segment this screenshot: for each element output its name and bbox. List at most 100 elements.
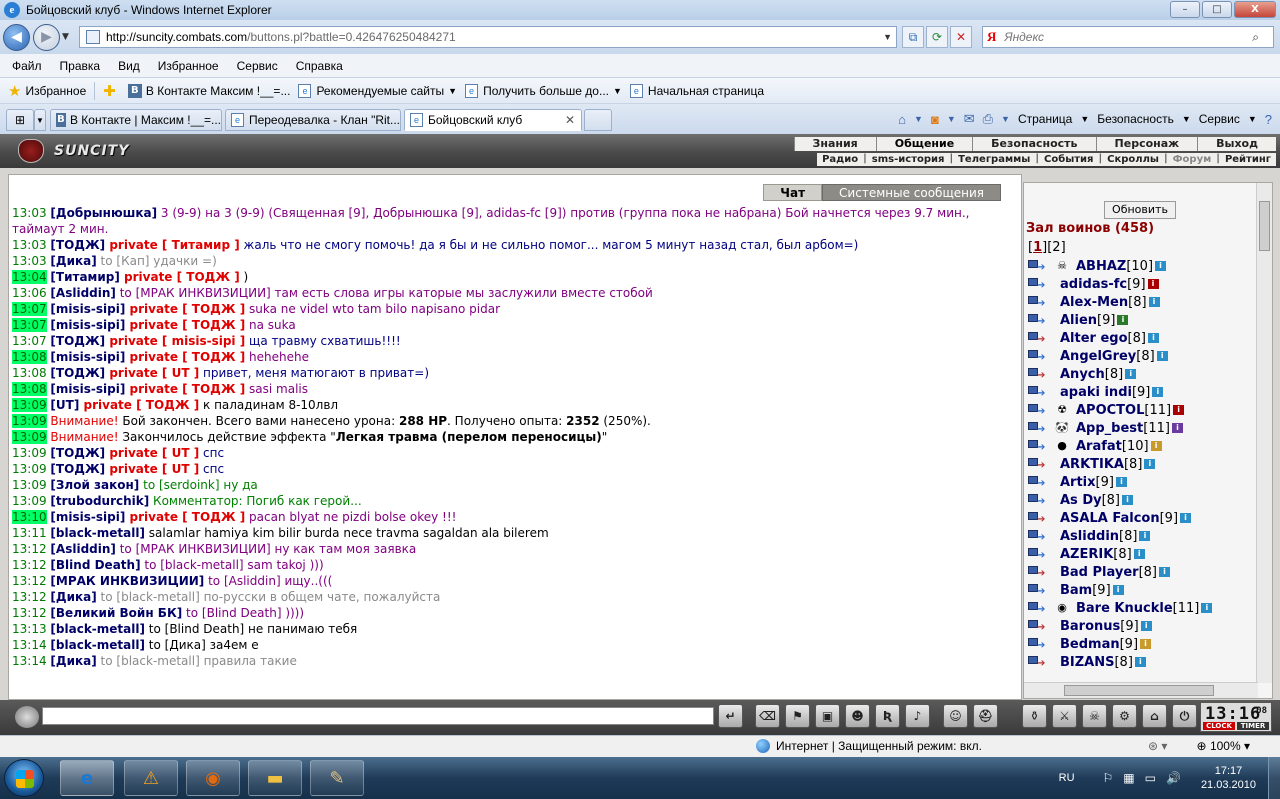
player-info-icon[interactable]: i	[1152, 387, 1164, 397]
sound-icon[interactable]: ♪	[905, 704, 930, 728]
player-name[interactable]: AZERIK	[1060, 547, 1113, 562]
compatibility-view-icon[interactable]: ⧉	[902, 26, 924, 48]
nav-knowledge[interactable]: Знания	[793, 137, 876, 151]
show-desktop-button[interactable]	[1268, 757, 1280, 799]
filter-icon[interactable]: ⚑	[785, 704, 810, 728]
nav-telegrams[interactable]: Телеграммы	[953, 153, 1035, 166]
player-row[interactable]: ➔ 🐼 App_best [11] i	[1028, 419, 1252, 437]
player-info-icon[interactable]: i	[1148, 297, 1160, 307]
player-row[interactable]: ➔ Alter ego [8] i	[1028, 329, 1252, 347]
player-row[interactable]: ➔ apaki indi [9] i	[1028, 383, 1252, 401]
private-recipient[interactable]: private [ ТОДЖ ]	[79, 398, 200, 412]
menu-tools[interactable]: Сервис	[237, 59, 278, 73]
menu-favorites[interactable]: Избранное	[158, 59, 219, 73]
player-row[interactable]: ➔ Bam [9] i	[1028, 581, 1252, 599]
player-info-icon[interactable]: i	[1201, 603, 1213, 613]
quick-tabs-button[interactable]: ⊞	[6, 109, 34, 131]
tab-list-button[interactable]: ▼	[34, 109, 46, 131]
private-recipient[interactable]: private [ UT ]	[105, 446, 199, 460]
chat-bubble-icon[interactable]	[15, 706, 39, 728]
new-tab-button[interactable]	[584, 109, 612, 131]
private-message-icon[interactable]: ➔	[1028, 601, 1050, 615]
player-name[interactable]: ASALA Falcon	[1060, 511, 1160, 526]
volume-icon[interactable]: 🔊	[1166, 771, 1181, 785]
player-row[interactable]: ➔ ARKTIKA [8] i	[1028, 455, 1252, 473]
translit-icon[interactable]: Ʀ	[875, 704, 900, 728]
forward-button[interactable]: ▶	[33, 24, 60, 51]
player-name[interactable]: ABHAZ	[1076, 259, 1126, 274]
author-name[interactable]: [black-metall]	[50, 638, 145, 652]
player-info-icon[interactable]: i	[1155, 261, 1167, 271]
author-name[interactable]: [Злой закон]	[50, 478, 139, 492]
private-recipient[interactable]: private [ ТОДЖ ]	[125, 350, 246, 364]
stop-icon[interactable]: ✕	[950, 26, 972, 48]
private-message-icon[interactable]: ➔	[1028, 277, 1050, 291]
player-name[interactable]: apaki indi	[1060, 385, 1132, 400]
player-info-icon[interactable]: i	[1173, 405, 1185, 415]
private-message-icon[interactable]: ➔	[1028, 295, 1050, 309]
address-bar[interactable]: http://suncity.combats.com /buttons.pl?b…	[79, 26, 897, 48]
action-icon-5[interactable]: ⌂	[1142, 704, 1167, 728]
player-info-icon[interactable]: i	[1139, 531, 1151, 541]
eraser-icon[interactable]: ⌫	[755, 704, 780, 728]
language-indicator[interactable]: RU	[1059, 772, 1075, 784]
player-info-icon[interactable]: i	[1159, 567, 1170, 577]
private-recipient[interactable]: private [ ТОДЖ ]	[125, 510, 246, 524]
nav-sms-history[interactable]: sms-история	[867, 153, 950, 166]
author-name[interactable]: [Дика]	[50, 254, 96, 268]
player-name[interactable]: Alien	[1060, 313, 1097, 328]
author-name[interactable]: [ТОДЖ]	[50, 446, 105, 460]
system-clock[interactable]: 17:17 21.03.2010	[1201, 764, 1256, 792]
author-name[interactable]: [misis-sipi]	[50, 318, 125, 332]
tools-menu[interactable]: Сервис	[1199, 112, 1240, 126]
page-link[interactable]: 1	[1033, 240, 1042, 255]
private-recipient[interactable]: private [ misis-sipi ]	[105, 334, 245, 348]
timer-mode-button[interactable]: TIMER	[1237, 722, 1269, 730]
player-name[interactable]: APOCTOL	[1076, 403, 1144, 418]
player-name[interactable]: Bedman	[1060, 637, 1120, 652]
author-name[interactable]: [Asliddin]	[50, 542, 115, 556]
tab-vkontakte[interactable]: B В Контакте | Максим !__=...	[50, 109, 222, 131]
help-icon[interactable]: ?	[1265, 112, 1272, 127]
player-info-icon[interactable]: i	[1115, 477, 1127, 487]
menu-help[interactable]: Справка	[296, 59, 343, 73]
menu-view[interactable]: Вид	[118, 59, 140, 73]
add-favorite-button[interactable]: ✚	[103, 82, 120, 100]
private-message-icon[interactable]: ➔	[1028, 475, 1050, 489]
author-name[interactable]: [ТОДЖ]	[50, 366, 105, 380]
player-row[interactable]: ➔ Alex-Men [8] i	[1028, 293, 1252, 311]
nav-events[interactable]: События	[1039, 153, 1098, 166]
player-name[interactable]: Asliddin	[1060, 529, 1119, 544]
private-message-icon[interactable]: ➔	[1028, 385, 1050, 399]
player-name[interactable]: As Dy	[1060, 493, 1102, 508]
author-name[interactable]: [Титамир]	[50, 270, 119, 284]
player-info-icon[interactable]: i	[1134, 657, 1146, 667]
private-message-icon[interactable]: ➔	[1028, 421, 1050, 435]
player-row[interactable]: ➔ Alien [9] i	[1028, 311, 1252, 329]
player-info-icon[interactable]: i	[1147, 333, 1159, 343]
player-name[interactable]: Arafat	[1076, 439, 1122, 454]
author-name[interactable]: [UT]	[50, 398, 79, 412]
taskbar-firefox-icon[interactable]: ◉	[186, 760, 240, 796]
author-name[interactable]: [Дика]	[50, 590, 96, 604]
action-icon-3[interactable]: ☠	[1082, 704, 1107, 728]
home-icon[interactable]: ⌂	[898, 112, 906, 127]
search-input[interactable]	[1004, 30, 1245, 44]
page-menu[interactable]: Страница	[1018, 112, 1072, 126]
player-row[interactable]: ➔ Bedman [9] i	[1028, 635, 1252, 653]
author-name[interactable]: [black-metall]	[50, 622, 145, 636]
player-row[interactable]: ➔ Anych [8] i	[1028, 365, 1252, 383]
author-name[interactable]: [ТОДЖ]	[50, 462, 105, 476]
player-name[interactable]: Bare Knuckle	[1076, 601, 1173, 616]
player-row[interactable]: ➔ ☠ ABHAZ [10] i	[1028, 257, 1252, 275]
author-name[interactable]: [МРАК ИНКВИЗИЦИИ]	[50, 574, 204, 588]
taskbar-ie-icon[interactable]: e	[60, 760, 114, 796]
rss-icon[interactable]: ◙	[931, 112, 939, 127]
private-recipient[interactable]: private [ UT ]	[105, 366, 199, 380]
player-info-icon[interactable]: i	[1117, 315, 1129, 325]
tab-dress-room[interactable]: e Переодевалка - Клан "Rit...	[225, 109, 401, 131]
taskbar-paint-icon[interactable]: ✎	[310, 760, 364, 796]
player-row[interactable]: ➔ Baronus [9] i	[1028, 617, 1252, 635]
chevron-down-icon[interactable]: ▼	[947, 114, 956, 124]
player-name[interactable]: Bam	[1060, 583, 1092, 598]
